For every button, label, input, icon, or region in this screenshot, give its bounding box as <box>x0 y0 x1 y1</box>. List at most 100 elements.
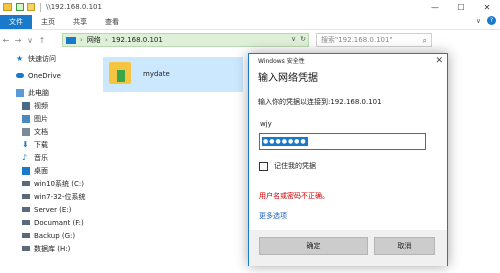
sidebar-item-label: 此电脑 <box>28 88 49 97</box>
dialog-footer: 确定 取消 <box>249 230 447 266</box>
password-field[interactable]: ●●●●●●● <box>259 133 426 150</box>
cloud-icon <box>16 73 24 78</box>
sidebar-item[interactable]: 文档 <box>0 125 92 138</box>
remember-row[interactable]: 记住我的凭据 <box>259 161 316 171</box>
maximize-button[interactable]: ☐ <box>448 0 474 14</box>
ok-button[interactable]: 确定 <box>259 237 368 255</box>
sidebar-item[interactable]: win7-32-位系统 <box>0 190 92 203</box>
music-icon: ♪ <box>22 152 28 162</box>
dialog-title-bar: Windows 安全性 ✕ <box>249 54 447 67</box>
navigation-bar: ← → ∨ ↑ › 网络 › 192.168.0.101 ∨ ↻ 搜索"192.… <box>0 31 500 49</box>
tab-view[interactable]: 查看 <box>96 15 128 29</box>
sidebar-item-label: win7-32-位系统 <box>34 192 86 201</box>
password-value: ●●●●●●● <box>262 137 308 146</box>
address-bar[interactable]: › 网络 › 192.168.0.101 ∨ ↻ <box>62 33 309 47</box>
sidebar-item-label: Backup (G:) <box>34 231 76 240</box>
sidebar-item-label: 文档 <box>34 127 48 136</box>
help-icon[interactable]: ? <box>487 16 496 25</box>
sidebar-item-label: win10系统 (C:) <box>34 179 84 188</box>
properties-icon[interactable] <box>16 3 24 11</box>
sidebar-item[interactable]: Documant (F:) <box>0 216 92 229</box>
tab-share[interactable]: 共享 <box>64 15 96 29</box>
sidebar-item-label: Documant (F:) <box>34 218 84 227</box>
sidebar-item-label: 快速访问 <box>28 54 56 63</box>
ribbon-expand-icon[interactable]: ∨ <box>476 17 481 25</box>
breadcrumb-network[interactable]: 网络 <box>87 35 101 45</box>
drive-icon <box>22 181 30 186</box>
search-icon: ⌕ <box>422 36 427 45</box>
more-options-link[interactable]: 更多选项 <box>259 211 287 221</box>
file-list: mydate <box>95 52 243 273</box>
sidebar-item[interactable]: ♪ 音乐 <box>0 151 92 164</box>
documents-icon <box>22 127 30 136</box>
dialog-heading: 输入网络凭据 <box>258 73 318 84</box>
sidebar-item-label: 数据库 (H:) <box>34 244 71 253</box>
title-separator <box>40 2 41 12</box>
sidebar-item-label: OneDrive <box>28 71 61 80</box>
download-icon: ⬇ <box>22 139 29 149</box>
sidebar-item[interactable]: ★ 快速访问 <box>0 52 92 65</box>
drive-icon <box>22 246 30 251</box>
drive-icon <box>22 194 30 199</box>
computer-icon <box>16 88 24 97</box>
sidebar-item[interactable]: 此电脑 <box>0 86 92 99</box>
network-icon <box>66 36 76 44</box>
folder-name: mydate <box>143 70 170 78</box>
back-button[interactable]: ← <box>0 33 12 47</box>
sidebar-item[interactable]: 数据库 (H:) <box>0 242 92 255</box>
pictures-icon <box>22 114 30 123</box>
remember-label: 记住我的凭据 <box>274 162 316 170</box>
sidebar-item-label: 视频 <box>34 101 48 110</box>
breadcrumb-host[interactable]: 192.168.0.101 <box>112 36 163 44</box>
sidebar-item-label: 下载 <box>34 140 48 149</box>
folder-app-icon <box>3 3 12 11</box>
error-message: 用户名或密码不正确。 <box>259 192 329 200</box>
sidebar-item[interactable]: OneDrive <box>0 69 92 82</box>
desktop-icon <box>22 166 30 175</box>
shared-folder-icon <box>109 62 131 84</box>
recent-locations-button[interactable]: ∨ <box>24 33 36 47</box>
search-box[interactable]: 搜索"192.168.0.101" ⌕ <box>316 33 432 47</box>
sidebar-item-label: 图片 <box>34 114 48 123</box>
sidebar-item-label: 音乐 <box>34 153 48 162</box>
sidebar-item-label: Server (E:) <box>34 205 72 214</box>
dialog-close-button[interactable]: ✕ <box>435 56 443 66</box>
drive-icon <box>22 220 30 225</box>
sidebar-item[interactable]: 桌面 <box>0 164 92 177</box>
search-placeholder: 搜索"192.168.0.101" <box>321 36 393 44</box>
credentials-dialog: Windows 安全性 ✕ 输入网络凭据 输入你的凭据以连接到:192.168.… <box>248 53 448 266</box>
ribbon: 文件 主页 共享 查看 ∨ ? <box>0 14 500 30</box>
navigation-pane: ★ 快速访问 OneDrive 此电脑视频图片文档 ⬇ 下载 ♪ 音乐桌面 win10系统 (C… <box>0 52 92 273</box>
username-label: wjy <box>260 120 272 128</box>
tab-home[interactable]: 主页 <box>32 15 64 29</box>
sidebar-item[interactable]: 视频 <box>0 99 92 112</box>
cancel-button[interactable]: 取消 <box>374 237 435 255</box>
address-separator: › <box>104 36 108 44</box>
folder-item[interactable]: mydate <box>103 57 243 92</box>
refresh-icon[interactable]: ↻ <box>300 35 306 43</box>
drive-icon <box>22 233 30 238</box>
sidebar-item[interactable]: Backup (G:) <box>0 229 92 242</box>
address-dropdown-icon[interactable]: ∨ <box>291 35 296 43</box>
sidebar-item[interactable]: ⬇ 下载 <box>0 138 92 151</box>
quick-access-toolbar <box>16 3 35 11</box>
address-separator: › <box>80 36 83 44</box>
star-icon: ★ <box>16 53 24 63</box>
sidebar-item-label: 桌面 <box>34 166 48 175</box>
sidebar-item[interactable]: Server (E:) <box>0 203 92 216</box>
close-button[interactable]: ✕ <box>474 0 500 14</box>
drive-icon <box>22 207 30 212</box>
dialog-prompt: 输入你的凭据以连接到:192.168.0.101 <box>258 98 382 106</box>
sidebar-item[interactable]: 图片 <box>0 112 92 125</box>
up-button[interactable]: ↑ <box>36 33 48 47</box>
ribbon-right: ∨ ? <box>476 16 496 25</box>
sidebar-item[interactable]: win10系统 (C:) <box>0 177 92 190</box>
video-icon <box>22 101 30 110</box>
remember-checkbox[interactable] <box>259 161 268 171</box>
minimize-button[interactable]: — <box>422 0 448 14</box>
window-title: \\192.168.0.101 <box>46 3 102 11</box>
address-buttons: ∨ ↻ <box>291 35 306 43</box>
tab-file[interactable]: 文件 <box>0 15 32 29</box>
forward-button[interactable]: → <box>12 33 24 47</box>
new-folder-icon[interactable] <box>27 3 35 11</box>
